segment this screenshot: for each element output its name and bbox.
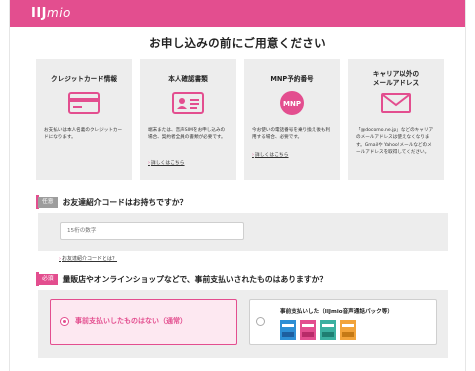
option-no-prepayment[interactable]: 事前支払いしたものはない（通常） bbox=[50, 299, 237, 345]
referral-help-link[interactable]: ›お友達紹介コードとは？ bbox=[59, 255, 117, 262]
chevron-right-icon: › bbox=[148, 161, 150, 166]
mail-icon bbox=[381, 93, 411, 113]
card-mnp-number: MNP予約番号 MNP 今お使いの電話番号を乗り換え後も利用する場合、必要です。… bbox=[244, 59, 340, 180]
prepay-heading: 必須 量販店やオンラインショップなどで、事前支払いされたものはありますか？ bbox=[38, 272, 327, 286]
card-title: 本人確認書類 bbox=[168, 75, 208, 83]
prepay-options-panel: 事前支払いしたものはない（通常） 事前支払いした（IIJmio音声通話パック等） bbox=[38, 290, 448, 358]
page-title: お申し込みの前にご用意ください bbox=[149, 36, 326, 50]
option-prepaid[interactable]: 事前支払いした（IIJmio音声通話パック等） bbox=[249, 299, 437, 345]
card-title: MNP予約番号 bbox=[270, 75, 314, 83]
logo-main: IIJ bbox=[31, 6, 48, 21]
required-badge: 必須 bbox=[38, 273, 58, 285]
radio-selected[interactable] bbox=[60, 317, 69, 326]
prepay-heading-text: 量販店やオンラインショップなどで、事前支払いされたものはありますか？ bbox=[62, 274, 328, 284]
card-title-line-2: メールアドレス bbox=[372, 79, 420, 87]
credit-card-icon bbox=[68, 92, 100, 114]
card-title: クレジットカード情報 bbox=[51, 75, 117, 83]
chevron-right-icon: › bbox=[59, 256, 61, 262]
card-email-address: キャリア以外の メールアドレス 「@docomo.ne.jp」などのキャリアのメ… bbox=[348, 59, 444, 180]
card-description: お支払いは本人名義のクレジットカードになります。 bbox=[44, 128, 123, 141]
details-link[interactable]: ›詳しくはこちら bbox=[148, 159, 185, 166]
logo-sub: mio bbox=[47, 6, 71, 20]
id-card-icon bbox=[172, 92, 204, 114]
requirements-cards: クレジットカード情報 お支払いは本人名義のクレジットカードになります。 本人確認… bbox=[36, 59, 446, 180]
details-link-label: 詳しくはこちら bbox=[254, 153, 289, 158]
details-link-label: 詳しくはこちら bbox=[150, 161, 185, 166]
radio-unselected[interactable] bbox=[256, 317, 265, 326]
optional-badge: 任意 bbox=[38, 196, 58, 208]
card-description: 今お使いの電話番号を乗り換え後も利用する場合、必要です。 bbox=[252, 128, 331, 141]
referral-heading: 任意 お友達紹介コードはお持ちですか？ bbox=[38, 195, 187, 209]
header-bar: IIJmio bbox=[10, 0, 465, 27]
page-frame: IIJmio お申し込みの前にご用意ください クレジットカード情報 お支払いは本… bbox=[9, 0, 466, 371]
chevron-right-icon: › bbox=[252, 153, 254, 158]
mnp-icon: MNP bbox=[280, 91, 304, 115]
card-description: 「@docomo.ne.jp」などのキャリアのメールアドレスは使えなくなります。… bbox=[356, 128, 434, 156]
referral-code-input[interactable] bbox=[60, 222, 244, 240]
option-no-prepayment-label: 事前支払いしたものはない（通常） bbox=[75, 317, 187, 325]
card-title-line-1: キャリア以外の bbox=[372, 70, 420, 78]
package-image-3 bbox=[320, 320, 336, 340]
package-image-4 bbox=[340, 320, 356, 340]
option-prepaid-label: 事前支払いした（IIJmio音声通話パック等） bbox=[280, 309, 393, 315]
card-id-documents: 本人確認書類 端末または、音声SIMをお申し込みの場合、契約者全員の書類が必要で… bbox=[140, 59, 236, 180]
referral-heading-text: お友達紹介コードはお持ちですか？ bbox=[62, 197, 188, 207]
package-image-1 bbox=[280, 320, 296, 340]
mnp-icon-text: MNP bbox=[283, 100, 301, 108]
brand-logo[interactable]: IIJmio bbox=[31, 6, 71, 21]
package-image-2 bbox=[300, 320, 316, 340]
card-credit-card: クレジットカード情報 お支払いは本人名義のクレジットカードになります。 bbox=[36, 59, 132, 180]
details-link[interactable]: ›詳しくはこちら bbox=[252, 151, 289, 158]
card-description: 端末または、音声SIMをお申し込みの場合、契約者全員の書類が必要です。 bbox=[148, 128, 226, 141]
referral-panel bbox=[38, 213, 448, 251]
referral-help-label: お友達紹介コードとは？ bbox=[62, 256, 118, 262]
